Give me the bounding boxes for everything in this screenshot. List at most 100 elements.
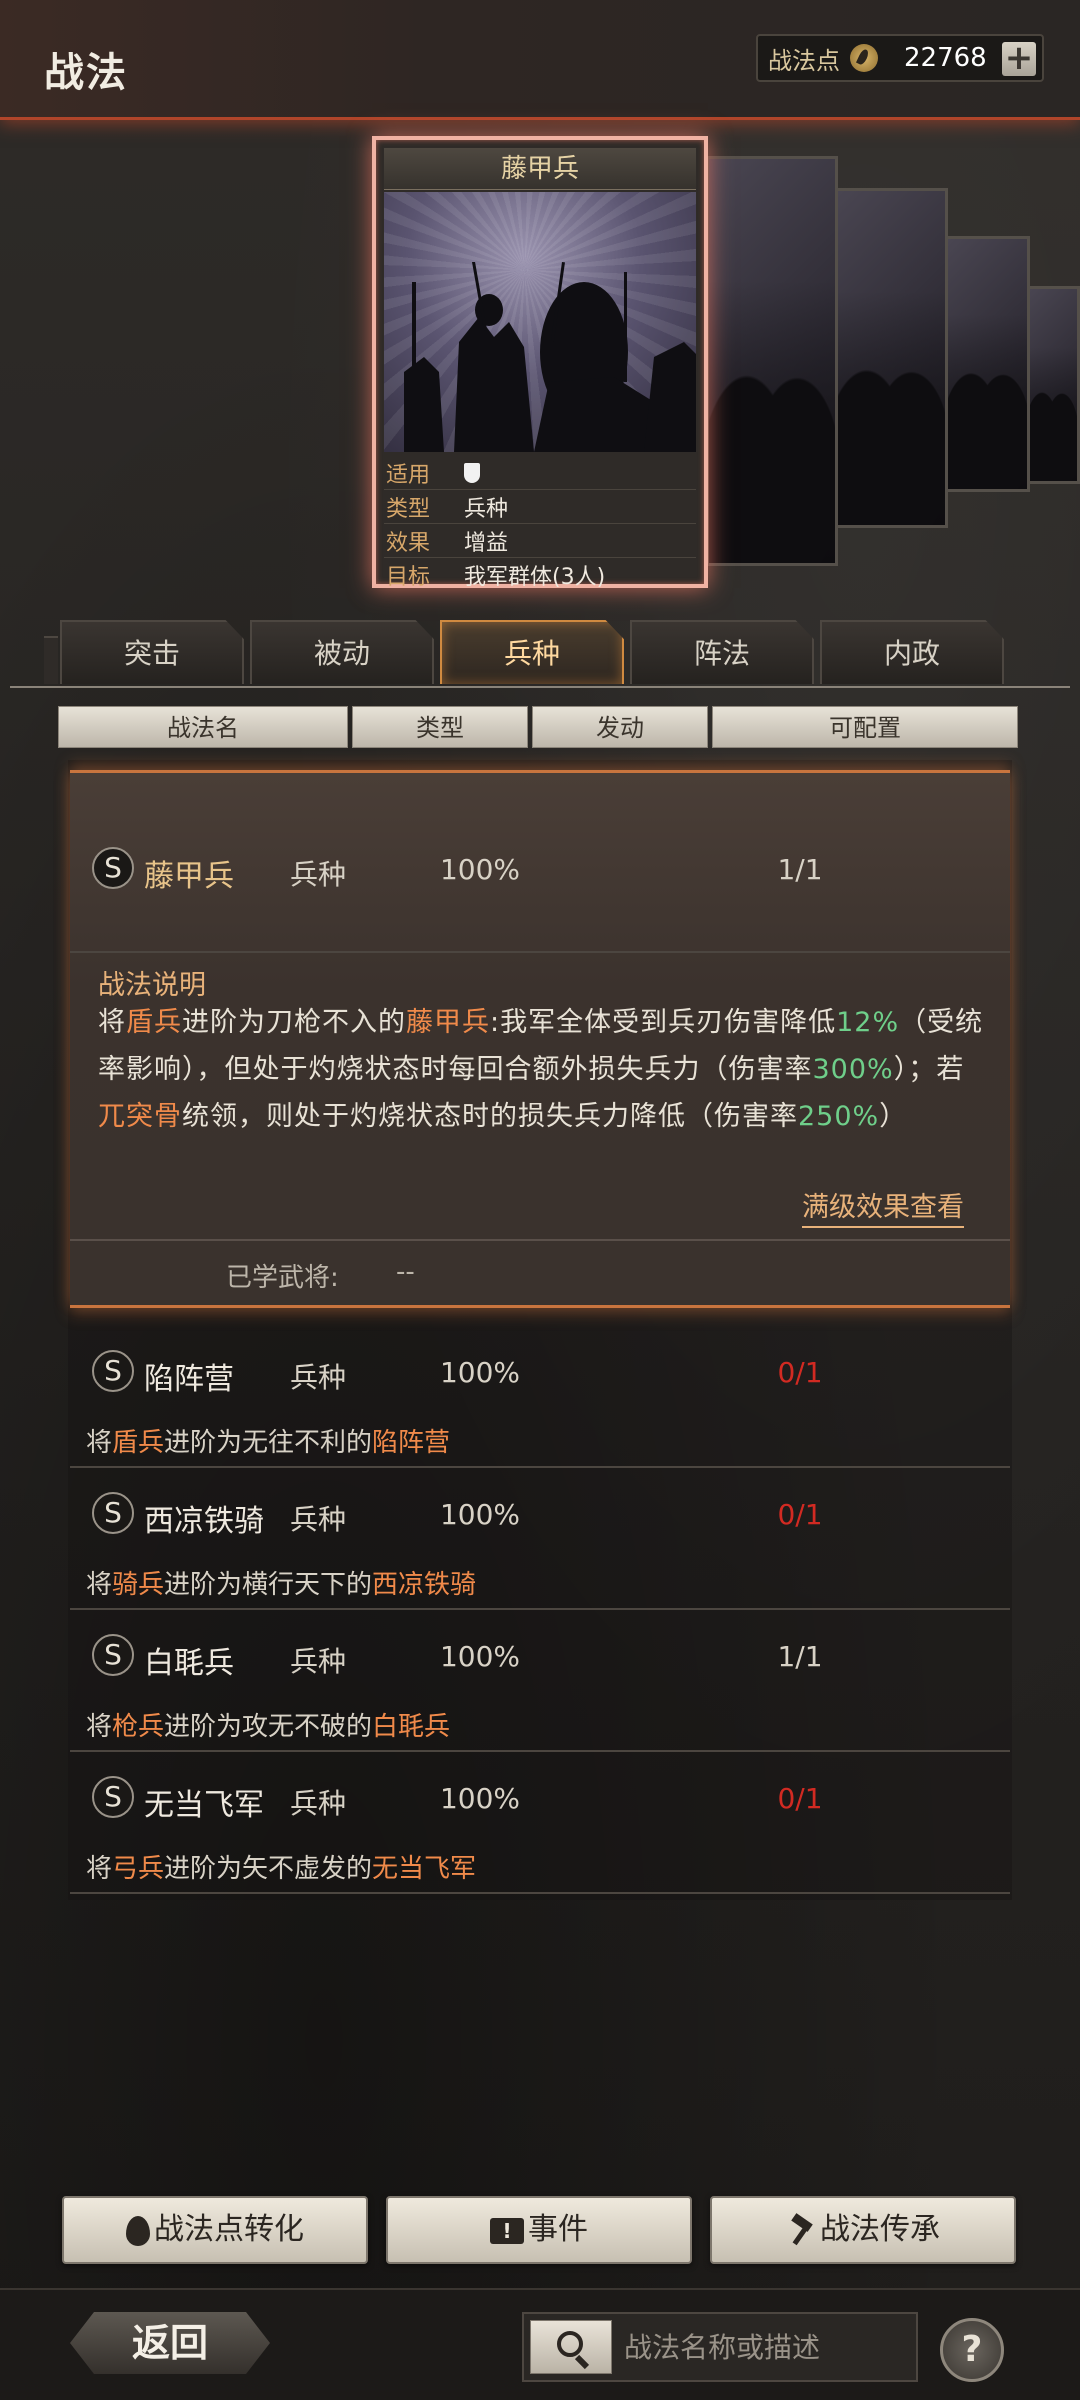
summary-part: 进阶为矢不虚发的 (164, 1854, 373, 1884)
search-box (522, 2312, 918, 2382)
column-trigger-rate[interactable]: 发动 (532, 706, 708, 748)
tab-troop-type[interactable]: 兵种 (440, 620, 624, 684)
events-button[interactable]: ! 事件 (386, 2196, 692, 2264)
s-rank-badge: S (92, 1350, 134, 1392)
add-points-button[interactable]: + (1002, 41, 1036, 76)
tactic-summary: 将骑兵进阶为横行天下的西凉铁骑 (86, 1564, 476, 1601)
tactic-summary: 将枪兵进阶为攻无不破的白毦兵 (86, 1706, 450, 1743)
desc-part: ）；若 (893, 1054, 965, 1085)
tactic-name: 陷阵营 (144, 1362, 234, 1397)
search-input[interactable] (624, 2314, 914, 2380)
summary-part: 进阶为攻无不破的 (164, 1712, 373, 1742)
alert-icon: ! (490, 2217, 524, 2244)
search-button[interactable] (530, 2320, 612, 2374)
header: 战法 战法点 22768 + (0, 0, 1080, 120)
summary-highlight: 骑兵 (112, 1570, 165, 1600)
column-header: 战法名 类型 发动 可配置 (58, 706, 1022, 748)
learned-generals-value: -- (396, 1257, 415, 1287)
desc-highlight: 兀突骨 (98, 1101, 182, 1132)
expanded-tactic-row[interactable]: S 藤甲兵 兵种 100% 1/1 战法说明 将盾兵进阶为刀枪不入的藤甲兵:我军… (70, 770, 1010, 1308)
tactic-count: 0/1 (777, 1356, 823, 1389)
tactic-trigger-rate: 100% (439, 1498, 521, 1531)
tactic-points-display: 战法点 22768 + (756, 34, 1044, 82)
desc-highlight: 盾兵 (126, 1007, 182, 1038)
summary-highlight: 白毦兵 (372, 1712, 451, 1742)
tab-passive[interactable]: 被动 (250, 620, 434, 684)
summary-highlight: 陷阵营 (372, 1428, 451, 1458)
flame-icon (126, 2215, 150, 2246)
carousel-card-3[interactable] (944, 236, 1030, 492)
tactic-type: 兵种 (289, 858, 346, 891)
page-title: 战法 (44, 50, 128, 96)
card-info-row: 适用 (384, 456, 696, 490)
search-icon-handle (574, 2354, 590, 2370)
learned-generals-label: 已学武将: (226, 1263, 339, 1293)
button-label: 战法点转化 (154, 2212, 304, 2247)
soldiers-silhouette (404, 262, 696, 452)
summary-part: 进阶为无往不利的 (164, 1428, 373, 1458)
tactic-name: 藤甲兵 (144, 859, 234, 894)
list-item[interactable]: S 白毦兵 兵种 100% 1/1 将枪兵进阶为攻无不破的白毦兵 (70, 1610, 1010, 1752)
divider (70, 951, 1010, 953)
inherit-tactic-button[interactable]: 战法传承 (710, 2196, 1016, 2264)
tactic-point-coin-icon (850, 44, 878, 72)
carousel-card-2[interactable] (830, 188, 948, 528)
list-item[interactable]: S 陷阵营 兵种 100% 0/1 将盾兵进阶为无往不利的陷阵营 (70, 1326, 1010, 1468)
full-level-effect-link[interactable]: 满级效果查看 (802, 1185, 964, 1228)
tactic-trigger-rate: 100% (439, 1640, 521, 1673)
tab-assault[interactable]: 突击 (60, 620, 244, 684)
desc-part: 将 (98, 1007, 126, 1038)
summary-highlight: 枪兵 (112, 1712, 165, 1742)
tab-edge (44, 636, 58, 684)
desc-part: 统领，则处于灼烧状态时的损失兵力降低（伤害率 (182, 1101, 798, 1132)
description-text: 将盾兵进阶为刀枪不入的藤甲兵:我军全体受到兵刃伤害降低12%（受统率影响），但处… (98, 999, 988, 1140)
tactic-trigger-rate: 100% (439, 1356, 521, 1389)
card-art (384, 192, 696, 452)
back-button[interactable]: 返回 (70, 2312, 270, 2374)
desc-part: ） (879, 1101, 908, 1132)
divider (70, 1892, 1010, 1894)
button-label: 战法传承 (820, 2212, 940, 2247)
carousel-card-1[interactable] (706, 156, 838, 566)
search-icon (557, 2331, 583, 2357)
points-label: 战法点 (768, 46, 840, 75)
help-button[interactable]: ? (940, 2318, 1004, 2382)
desc-highlight: 藤甲兵 (406, 1007, 490, 1038)
tactic-type: 兵种 (289, 1503, 346, 1536)
tactic-name: 白毦兵 (144, 1646, 234, 1681)
info-value: 增益 (464, 530, 509, 556)
tab-internal-affairs[interactable]: 内政 (820, 620, 1004, 684)
list-item[interactable]: S 无当飞军 兵种 100% 0/1 将弓兵进阶为矢不虚发的无当飞军 (70, 1752, 1010, 1894)
tactic-count: 1/1 (777, 1640, 823, 1673)
divider (70, 1239, 1010, 1241)
info-key: 类型 (386, 496, 431, 522)
s-rank-badge: S (92, 1492, 134, 1534)
desc-part: :我军全体受到兵刃伤害降低 (490, 1007, 837, 1038)
list-item[interactable]: S 西凉铁骑 兵种 100% 0/1 将骑兵进阶为横行天下的西凉铁骑 (70, 1468, 1010, 1610)
column-configurable[interactable]: 可配置 (712, 706, 1018, 748)
info-value: 兵种 (464, 496, 509, 522)
summary-part: 进阶为横行天下的 (164, 1570, 373, 1600)
carousel-card-4[interactable] (1024, 286, 1080, 484)
card-art (1027, 346, 1077, 481)
tactic-trigger-rate: 100% (439, 1782, 521, 1815)
summary-highlight: 盾兵 (112, 1428, 165, 1458)
card-info-row: 目标 我军群体(3人) (384, 558, 696, 592)
convert-points-button[interactable]: 战法点转化 (62, 2196, 368, 2264)
tactic-trigger-rate: 100% (439, 853, 521, 886)
card-info-row: 效果 增益 (384, 524, 696, 558)
tactic-type: 兵种 (289, 1645, 346, 1678)
column-type[interactable]: 类型 (352, 706, 528, 748)
info-key: 目标 (386, 565, 431, 590)
summary-part: 将 (86, 1854, 113, 1884)
tab-formation[interactable]: 阵法 (630, 620, 814, 684)
column-name[interactable]: 战法名 (58, 706, 348, 748)
desc-value: 12% (836, 1007, 900, 1038)
desc-value: 250% (798, 1101, 880, 1132)
card-info-row: 类型 兵种 (384, 490, 696, 524)
card-art (709, 280, 835, 563)
tabs-divider (10, 686, 1070, 688)
card-art (833, 291, 945, 525)
s-rank-badge: S (92, 1634, 134, 1676)
selected-tactic-card[interactable]: 藤甲兵 适用 类型 兵种 效果 增益 目标 我军群体(3人) (372, 136, 708, 590)
